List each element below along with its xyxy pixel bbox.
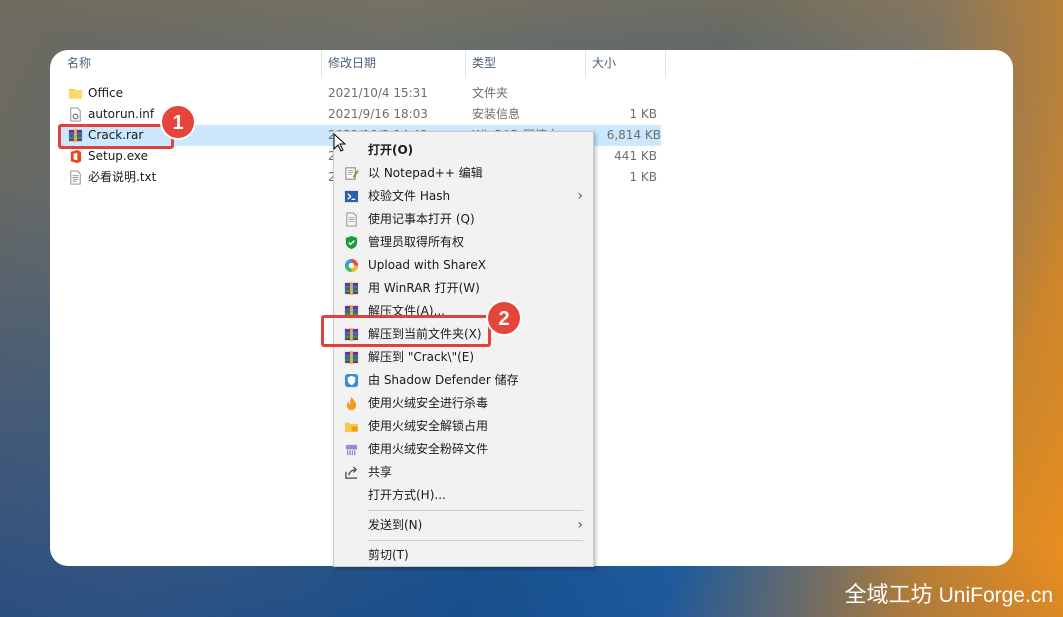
file-name: 必看说明.txt	[88, 170, 157, 184]
menu-item-send-to[interactable]: 发送到(N) ›	[334, 514, 593, 537]
menu-item-open-with[interactable]: 打开方式(H)...	[334, 484, 593, 507]
file-row-autorun[interactable]: autorun.inf 2021/9/16 18:03 安装信息 1 KB	[50, 104, 665, 125]
notepad-icon	[346, 212, 357, 227]
menu-separator	[368, 510, 583, 511]
menu-item-sharex[interactable]: Upload with ShareX	[334, 254, 593, 277]
file-size: 1 KB	[629, 170, 657, 184]
menu-item-label: 使用火绒安全解锁占用	[368, 419, 489, 433]
column-header-bar: 名称 ˄ 修改日期 类型 大小	[50, 50, 666, 78]
watermark: 全域工坊 UniForge.cn	[844, 577, 1053, 609]
menu-item-label: 剪切(T)	[368, 548, 409, 562]
menu-item-label: 使用火绒安全进行杀毒	[368, 396, 489, 410]
settings-file-icon	[70, 107, 81, 122]
menu-item-label: Upload with ShareX	[368, 258, 486, 272]
text-file-icon	[70, 170, 81, 185]
menu-item-label: 使用火绒安全粉碎文件	[368, 442, 489, 456]
watermark-en: UniForge.cn	[938, 584, 1053, 607]
menu-item-open[interactable]: 打开(O)	[334, 139, 593, 162]
sharex-icon	[344, 258, 359, 273]
menu-item-notepadpp[interactable]: 以 Notepad++ 编辑	[334, 162, 593, 185]
menu-item-huorong-scan[interactable]: 使用火绒安全进行杀毒	[334, 392, 593, 415]
menu-item-label: 以 Notepad++ 编辑	[368, 166, 483, 180]
file-type: 文件夹	[472, 86, 509, 100]
file-name: Setup.exe	[88, 149, 149, 163]
menu-item-shadow-defender[interactable]: 由 Shadow Defender 储存	[334, 369, 593, 392]
step-badge-2: 2	[486, 300, 522, 336]
menu-item-take-ownership[interactable]: 管理员取得所有权	[334, 231, 593, 254]
menu-item-label: 发送到(N)	[368, 518, 423, 532]
file-size: 441 KB	[614, 149, 657, 163]
file-row-office[interactable]: Office 2021/10/4 15:31 文件夹	[50, 83, 665, 104]
submenu-arrow-icon: ›	[577, 517, 583, 533]
menu-item-label: 由 Shadow Defender 储存	[368, 373, 519, 387]
menu-item-hash[interactable]: 校验文件 Hash ›	[334, 185, 593, 208]
notepadpp-icon	[345, 167, 359, 180]
submenu-arrow-icon: ›	[577, 188, 583, 204]
file-date: 2021/9/16 18:03	[328, 107, 428, 121]
menu-item-huorong-shred[interactable]: 使用火绒安全粉碎文件	[334, 438, 593, 461]
menu-item-label: 打开(O)	[368, 143, 414, 157]
menu-item-notepad[interactable]: 使用记事本打开 (Q)	[334, 208, 593, 231]
file-name: autorun.inf	[88, 107, 155, 121]
column-divider	[665, 50, 666, 78]
column-size[interactable]: 大小	[585, 50, 665, 78]
folder-icon	[68, 88, 83, 99]
file-size: 6,814 KB	[606, 128, 661, 142]
mouse-cursor-icon	[333, 133, 347, 152]
menu-item-label: 管理员取得所有权	[368, 235, 465, 249]
menu-item-share[interactable]: 共享	[334, 461, 593, 484]
menu-separator	[368, 540, 583, 541]
menu-item-cut[interactable]: 剪切(T)	[334, 544, 593, 566]
shield-check-icon	[345, 235, 358, 250]
share-icon	[345, 466, 358, 479]
menu-item-huorong-unlock[interactable]: 使用火绒安全解锁占用	[334, 415, 593, 438]
office-icon	[70, 149, 82, 164]
column-date[interactable]: 修改日期	[321, 50, 465, 78]
file-size: 1 KB	[629, 107, 657, 121]
menu-item-label: 共享	[368, 465, 393, 479]
file-name: Office	[88, 86, 124, 100]
menu-item-label: 解压到 "Crack\"(E)	[368, 350, 475, 364]
context-menu: 打开(O) 以 Notepad++ 编辑 校验文件 Hash › 使用记事本打开…	[333, 131, 594, 567]
step-badge-1: 1	[160, 104, 196, 140]
menu-item-label: 使用记事本打开 (Q)	[368, 212, 475, 226]
menu-item-winrar-open[interactable]: 用 WinRAR 打开(W)	[334, 277, 593, 300]
shadow-defender-icon	[344, 373, 359, 388]
powershell-icon	[344, 190, 359, 203]
highlight-box-crack-rar	[58, 124, 174, 149]
menu-item-label: 校验文件 Hash	[368, 189, 451, 203]
huorong-shred-icon	[345, 444, 358, 456]
menu-item-label: 打开方式(H)...	[368, 488, 446, 502]
file-type: 安装信息	[472, 107, 521, 121]
winrar-icon	[344, 281, 359, 296]
huorong-icon	[346, 396, 357, 411]
column-type[interactable]: 类型	[465, 50, 585, 78]
watermark-cn: 全域工坊	[844, 582, 933, 607]
huorong-unlock-icon	[344, 422, 359, 433]
highlight-box-extract-here	[321, 315, 491, 347]
sort-up-icon: ˄	[187, 50, 192, 55]
menu-item-extract-to-folder[interactable]: 解压到 "Crack\"(E)	[334, 346, 593, 369]
winrar-icon	[344, 350, 359, 365]
file-date: 2021/10/4 15:31	[328, 86, 428, 100]
menu-item-label: 用 WinRAR 打开(W)	[368, 281, 480, 295]
